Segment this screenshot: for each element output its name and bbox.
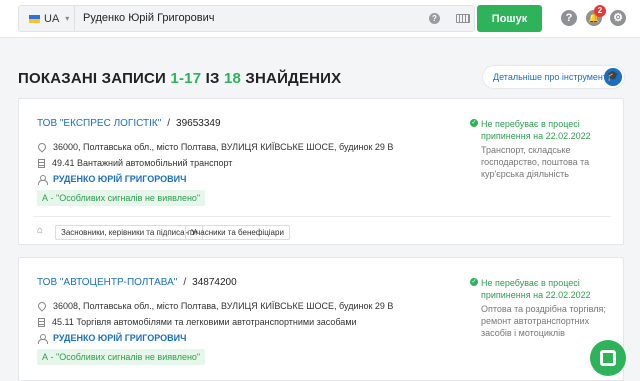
title-total: 18 xyxy=(223,70,242,87)
separator: / xyxy=(167,118,171,129)
person-row: РУДЕНКО ЮРІЙ ГРИГОРОВИЧ xyxy=(37,333,186,344)
title-middle: ІЗ xyxy=(201,70,224,87)
location-pin-icon xyxy=(36,300,48,312)
kved-row: 45.11 Торгівля автомобілями та легковими… xyxy=(37,317,357,327)
detail-tool-button[interactable]: Детальніше про інструмент 🎓 xyxy=(483,66,624,88)
kved-text: 45.11 Торгівля автомобілями та легковими… xyxy=(52,317,357,327)
signal-badge: А - "Особливих сигналів не виявлено" xyxy=(37,349,206,365)
person-link[interactable]: РУДЕНКО ЮРІЙ ГРИГОРОВИЧ xyxy=(53,333,186,343)
person-icon xyxy=(38,333,48,344)
kved-row: 49.41 Вантажний автомобільний транспорт xyxy=(37,158,232,168)
tag-icon: ⌂ xyxy=(37,225,44,236)
document-icon xyxy=(38,158,45,168)
check-circle-icon: ✓ xyxy=(470,119,478,127)
company-link[interactable]: ТОВ "АВТОЦЕНТР-ПОЛТАВА" xyxy=(37,277,177,288)
search-bar: UA ▾ Руденко Юрій Григорович ? xyxy=(18,5,475,32)
document-icon xyxy=(38,317,45,327)
title-suffix: ЗНАЙДЕНИХ xyxy=(241,70,342,87)
company-link[interactable]: ТОВ "ЕКСПРЕС ЛОГІСТІК" xyxy=(37,118,161,129)
search-input[interactable]: Руденко Юрій Григорович xyxy=(83,6,215,31)
signal-badge: А - "Особливих сигналів не виявлено" xyxy=(37,190,206,206)
detail-tool-label: Детальніше про інструмент xyxy=(493,72,608,82)
keyboard-icon[interactable] xyxy=(456,14,470,23)
person-link[interactable]: РУДЕНКО ЮРІЙ ГРИГОРОВИЧ xyxy=(53,174,186,184)
chevron-down-icon: ▾ xyxy=(65,14,70,23)
gear-icon[interactable]: ⚙ xyxy=(610,10,626,26)
status-text: ✓ Не перебуває в процесі припинення на 2… xyxy=(470,277,613,301)
company-code: 34874200 xyxy=(192,277,237,288)
graduation-cap-icon: 🎓 xyxy=(604,68,622,86)
kved-text: 49.41 Вантажний автомобільний транспорт xyxy=(52,158,233,168)
record-card: ТОВ "АВТОЦЕНТР-ПОЛТАВА" / 34874200 36008, … xyxy=(18,257,624,381)
search-button[interactable]: Пошук xyxy=(477,5,542,32)
title-range: 1-17 xyxy=(170,70,202,87)
status-label: Не перебуває в процесі припинення на 22.… xyxy=(481,278,591,300)
location-pin-icon xyxy=(36,141,48,153)
company-code: 39653349 xyxy=(176,118,221,129)
address-row: 36008, Полтавська обл., місто Полтава, В… xyxy=(36,300,394,312)
status-text: ✓ Не перебуває в процесі припинення на 2… xyxy=(470,118,613,142)
record-card: ТОВ "ЕКСПРЕС ЛОГІСТІК" / 39653349 36000, П… xyxy=(18,98,624,245)
status-label: Не перебуває в процесі припинення на 22.… xyxy=(481,119,591,141)
help-icon[interactable]: ? xyxy=(561,10,577,26)
notification-badge: 2 xyxy=(594,5,606,17)
top-bar: UA ▾ Руденко Юрій Григорович ? Пошук ? 🔔… xyxy=(0,0,640,38)
activity-text: Транспорт, складське господарство, пошто… xyxy=(481,145,590,179)
country-select[interactable]: UA ▾ xyxy=(19,6,75,31)
record-name-row: ТОВ "АВТОЦЕНТР-ПОЛТАВА" / 34874200 xyxy=(37,277,237,288)
search-help-icon[interactable]: ? xyxy=(429,13,440,24)
tag-founders[interactable]: Засновники, керівники та підписанти xyxy=(55,225,204,240)
divider xyxy=(33,216,611,217)
person-row: РУДЕНКО ЮРІЙ ГРИГОРОВИЧ xyxy=(37,174,186,185)
separator: / xyxy=(183,277,187,288)
page-title: ПОКАЗАНІ ЗАПИСИ 1-17 ІЗ 18 ЗНАЙДЕНИХ xyxy=(18,70,341,87)
activity-text: Оптова та роздрібна торгівля; ремонт авт… xyxy=(481,304,606,338)
address-text: 36000, Полтавська обл., місто Полтава, В… xyxy=(53,142,394,152)
chat-icon xyxy=(600,350,616,366)
title-prefix: ПОКАЗАНІ ЗАПИСИ xyxy=(18,70,171,87)
address-row: 36000, Полтавська обл., місто Полтава, В… xyxy=(36,141,394,153)
check-circle-icon: ✓ xyxy=(470,278,478,286)
country-code: UA xyxy=(44,12,60,25)
person-icon xyxy=(38,174,48,185)
ukraine-flag-icon xyxy=(29,14,40,23)
record-name-row: ТОВ "ЕКСПРЕС ЛОГІСТІК" / 39653349 xyxy=(37,118,221,129)
address-text: 36008, Полтавська обл., місто Полтава, В… xyxy=(53,301,394,311)
tag-participants[interactable]: Учасники та бенефіціари xyxy=(185,225,290,240)
chat-button[interactable] xyxy=(590,340,626,376)
